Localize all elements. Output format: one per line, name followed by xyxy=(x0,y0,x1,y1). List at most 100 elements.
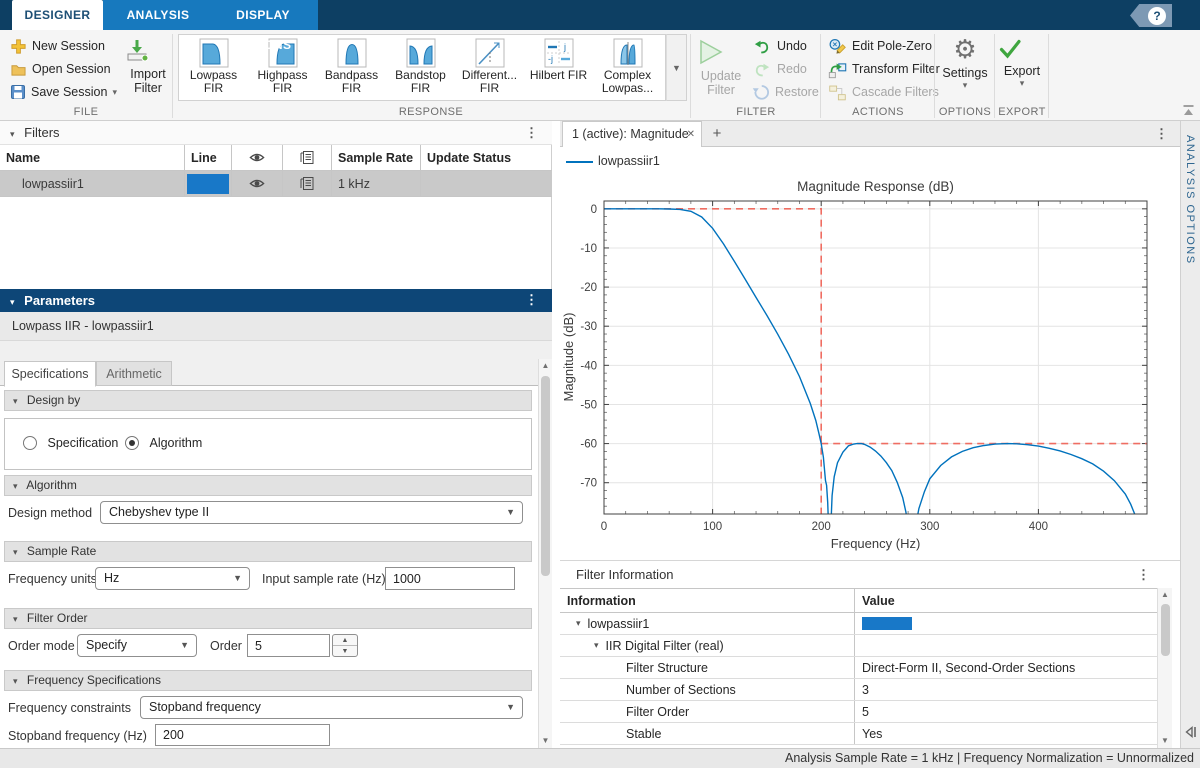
new-session-button[interactable]: New Session xyxy=(10,36,105,56)
visibility-cell[interactable] xyxy=(232,171,283,196)
section-design-by[interactable]: ▾ Design by xyxy=(4,390,532,411)
stopband-frequency-field[interactable] xyxy=(155,724,330,746)
col-information[interactable]: Information xyxy=(560,589,855,612)
section-frequency-specifications[interactable]: ▾ Frequency Specifications xyxy=(4,670,532,691)
scroll-down-button[interactable]: ▼ xyxy=(1158,734,1172,748)
col-value[interactable]: Value xyxy=(855,589,1157,612)
section-sample-rate[interactable]: ▾ Sample Rate xyxy=(4,541,532,562)
undo-button[interactable]: Undo xyxy=(752,36,807,56)
collapse-arrow-icon[interactable]: ▾ xyxy=(576,618,581,629)
step-down-icon[interactable]: ▼ xyxy=(333,646,357,657)
help-button[interactable]: ? xyxy=(1130,4,1172,27)
analysis-options-tab[interactable]: ANALYSIS OPTIONS xyxy=(1184,135,1196,265)
magnitude-response-chart[interactable]: 01002003004000-10-20-30-40-50-60-70Magni… xyxy=(560,176,1180,560)
ribbon-divider xyxy=(994,34,995,118)
export-button[interactable]: Export ▾ xyxy=(998,37,1046,89)
info-row-filter-order[interactable]: Filter Order5 xyxy=(560,701,1157,723)
input-sample-rate-field[interactable] xyxy=(385,567,515,590)
info-menu-kebab-icon[interactable]: ⋮ xyxy=(1137,568,1150,581)
parameters-scrollbar[interactable]: ▲ ▼ xyxy=(538,359,552,748)
step-up-icon[interactable]: ▲ xyxy=(333,635,357,646)
info-scrollbar[interactable]: ▲ ▼ xyxy=(1157,588,1172,748)
info-value: 3 xyxy=(862,683,869,697)
plot-menu-kebab-icon[interactable]: ⋮ xyxy=(1155,127,1168,140)
scroll-up-button[interactable]: ▲ xyxy=(1158,588,1172,602)
info-row-lowpassiir1[interactable]: ▾lowpassiir1 xyxy=(560,613,1157,635)
tab-arithmetic[interactable]: Arithmetic xyxy=(96,361,172,386)
parameters-tabs: Specifications Arithmetic xyxy=(0,359,538,386)
redo-button[interactable]: Redo xyxy=(752,59,807,79)
frequency-constraints-dropdown[interactable]: Stopband frequency ▼ xyxy=(140,696,523,719)
magnitude-plot[interactable]: 01002003004000-10-20-30-40-50-60-70Magni… xyxy=(560,176,1180,560)
frequency-units-dropdown[interactable]: Hz ▼ xyxy=(95,567,250,590)
section-algorithm[interactable]: ▾ Algorithm xyxy=(4,475,532,496)
response-hilbert-fir[interactable]: j-jHilbert FIR xyxy=(524,35,593,100)
scroll-down-button[interactable]: ▼ xyxy=(539,734,552,748)
gallery-expand-button[interactable]: ▼ xyxy=(666,34,687,101)
response-bandpass-fir[interactable]: BandpassFIR xyxy=(317,35,386,100)
order-stepper[interactable]: ▲ ▼ xyxy=(332,634,358,657)
filter-information-header[interactable]: Filter Information ⋮ xyxy=(560,560,1180,588)
filters-panel-header[interactable]: ▾ Filters ⋮ xyxy=(0,121,552,145)
dock-panel-button[interactable] xyxy=(1184,726,1197,738)
radio-icon[interactable] xyxy=(23,436,37,450)
filter-row-lowpassiir1[interactable]: lowpassiir1 1 kHz xyxy=(0,171,552,197)
info-row-stable[interactable]: StableYes xyxy=(560,723,1157,745)
scrollbar-thumb[interactable] xyxy=(541,376,550,576)
response-differentiator-fir[interactable]: Different...FIR xyxy=(455,35,524,100)
info-row-filter-structure[interactable]: Filter StructureDirect-Form II, Second-O… xyxy=(560,657,1157,679)
tab-magnitude[interactable]: 1 (active): Magnitude ✕ xyxy=(562,121,702,147)
close-tab-icon[interactable]: ✕ xyxy=(687,122,695,147)
transform-filter-button[interactable]: Transform Filter xyxy=(828,59,940,79)
restore-button[interactable]: Restore xyxy=(752,82,819,102)
design-method-dropdown[interactable]: Chebyshev type II ▼ xyxy=(100,501,523,524)
tab-specifications[interactable]: Specifications xyxy=(4,361,96,387)
line-color-cell[interactable] xyxy=(185,171,232,196)
order-mode-dropdown[interactable]: Specify ▼ xyxy=(77,634,197,657)
cascade-filters-button[interactable]: Cascade Filters xyxy=(828,82,939,102)
save-session-button[interactable]: Save Session ▾ xyxy=(10,82,117,102)
radio-algorithm[interactable]: Algorithm xyxy=(125,436,202,450)
new-plot-tab-button[interactable]: + xyxy=(704,121,730,147)
info-row-number-of-sections[interactable]: Number of Sections3 xyxy=(560,679,1157,701)
col-info[interactable] xyxy=(283,145,332,170)
chevron-down-icon: ▼ xyxy=(506,502,515,523)
collapse-arrow-icon[interactable]: ▾ xyxy=(594,640,599,651)
response-complex-lowpass[interactable]: ComplexLowpas... xyxy=(593,35,662,100)
minimize-ribbon-button[interactable] xyxy=(1182,104,1195,117)
line-color-swatch[interactable] xyxy=(187,174,229,194)
section-filter-order[interactable]: ▾ Filter Order xyxy=(4,608,532,629)
update-filter-button[interactable]: Update Filter xyxy=(696,38,746,97)
col-name[interactable]: Name xyxy=(0,145,185,170)
scroll-up-button[interactable]: ▲ xyxy=(539,359,552,373)
filters-menu-kebab-icon[interactable]: ⋮ xyxy=(525,126,538,139)
collapse-arrow-icon[interactable]: ▾ xyxy=(10,129,15,139)
chevron-down-icon[interactable]: ▾ xyxy=(112,87,117,98)
response-bandstop-fir[interactable]: BandstopFIR xyxy=(386,35,455,100)
scrollbar-thumb[interactable] xyxy=(1161,604,1170,656)
help-icon[interactable]: ? xyxy=(1148,7,1166,25)
settings-button[interactable]: ⚙ Settings ▾ xyxy=(938,35,992,91)
import-filter-button[interactable]: Import Filter xyxy=(124,38,172,95)
parameters-menu-kebab-icon[interactable]: ⋮ xyxy=(525,293,538,306)
col-update-status[interactable]: Update Status xyxy=(421,145,552,170)
tab-analysis[interactable]: ANALYSIS xyxy=(108,0,208,30)
order-field[interactable] xyxy=(247,634,330,657)
col-sample-rate[interactable]: Sample Rate xyxy=(332,145,421,170)
col-visibility[interactable] xyxy=(232,145,283,170)
radio-specification[interactable]: Specification xyxy=(23,436,118,450)
info-label-cell: Stable xyxy=(560,723,855,744)
collapse-arrow-icon[interactable]: ▾ xyxy=(10,297,15,307)
info-row-iir-digital-filter-real-[interactable]: ▾IIR Digital Filter (real) xyxy=(560,635,1157,657)
gallery-item-label: BandpassFIR xyxy=(317,69,386,95)
open-session-button[interactable]: Open Session xyxy=(10,59,111,79)
legend-label[interactable]: lowpassiir1 xyxy=(598,154,660,168)
tab-display-options[interactable]: DISPLAY OPTIONS xyxy=(208,0,318,30)
col-line[interactable]: Line xyxy=(185,145,232,170)
parameters-panel-header[interactable]: ▾ Parameters ⋮ xyxy=(0,289,552,312)
info-cell[interactable] xyxy=(283,171,332,196)
edit-pole-zero-button[interactable]: Edit Pole-Zero xyxy=(828,36,932,56)
tab-designer[interactable]: DESIGNER xyxy=(12,0,103,30)
radio-selected-icon[interactable] xyxy=(125,436,139,450)
line-color-swatch[interactable] xyxy=(862,617,912,630)
